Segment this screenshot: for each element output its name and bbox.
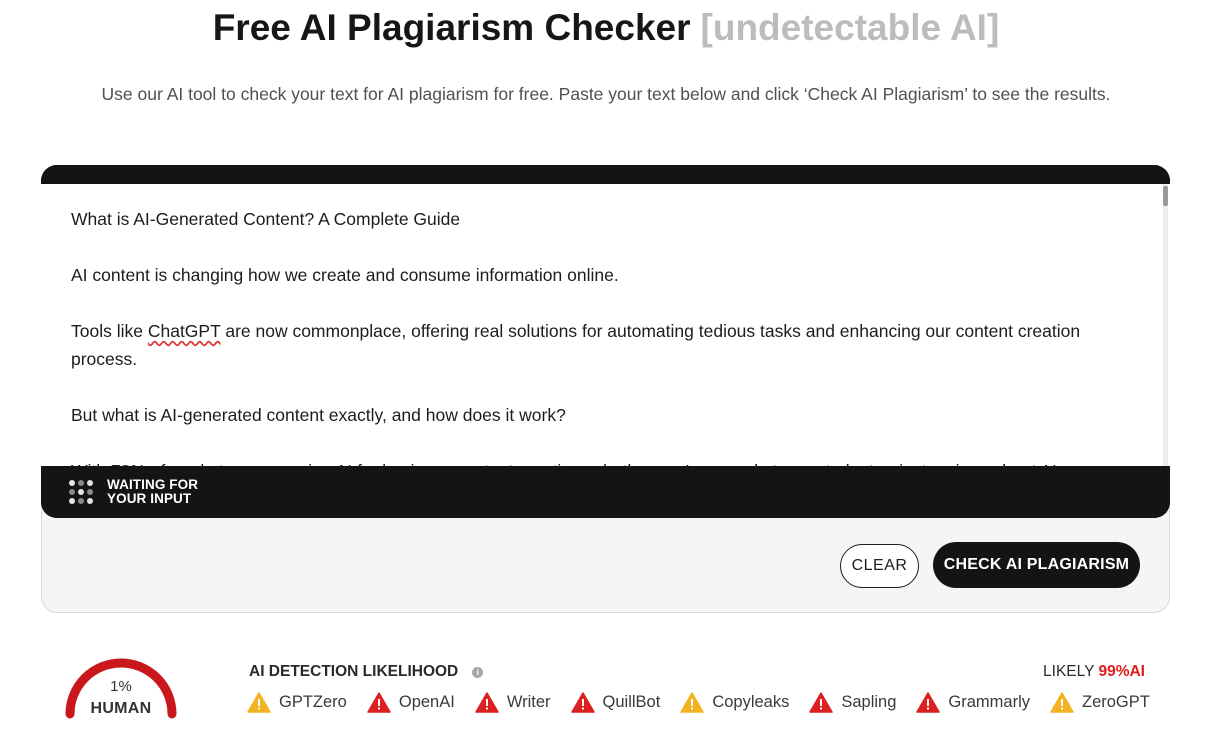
text-input-area[interactable]: What is AI-Generated Content? A Complete… — [41, 184, 1170, 466]
check-ai-plagiarism-button[interactable]: CHECK AI PLAGIARISM — [933, 542, 1140, 588]
human-score-gauge: 1% HUMAN — [62, 658, 180, 733]
alert-icon — [570, 692, 595, 713]
spellcheck-word[interactable]: ChatGPT — [148, 321, 221, 341]
detector-name: Grammarly — [948, 693, 1030, 711]
text-segment: Tools like — [71, 321, 148, 341]
page-title: Free AI Plagiarism Checker [undetectable … — [0, 6, 1212, 50]
detector-list: GPTZero OpenAI Writer QuillBot Copyleaks… — [247, 692, 1150, 713]
likely-value: 99%AI — [1098, 663, 1145, 680]
status-bar: WAITING FOR YOUR INPUT — [41, 466, 1170, 518]
detector-name: GPTZero — [279, 693, 347, 711]
detector-zerogpt: ZeroGPT — [1050, 692, 1150, 713]
editor-scrollbar[interactable] — [1163, 184, 1168, 466]
page: Free AI Plagiarism Checker [undetectable … — [0, 0, 1212, 733]
editor-paragraph: AI content is changing how we create and… — [71, 265, 619, 285]
editor-paragraph: Tools like ChatGPT are now commonplace, … — [71, 317, 1130, 373]
title-accent: [undetectable AI] — [700, 7, 1000, 48]
warning-icon — [680, 692, 705, 713]
detector-openai: OpenAI — [367, 692, 455, 713]
info-icon[interactable]: i — [472, 666, 484, 678]
editor-paragraph: What is AI-Generated Content? A Complete… — [71, 209, 461, 229]
alert-icon — [367, 692, 391, 713]
human-label: HUMAN — [90, 700, 152, 717]
editor-paragraph: With 78% of marketers now using AI for b… — [71, 457, 1130, 466]
detector-grammarly: Grammarly — [916, 692, 1030, 713]
warning-icon — [1050, 692, 1074, 713]
detector-name: Writer — [506, 693, 551, 711]
detector-sapling: Sapling — [809, 692, 896, 713]
text-segment: are now commonplace, offering real solut… — [71, 321, 1081, 369]
detector-quillbot: QuillBot — [570, 692, 661, 713]
status-line-2: YOUR INPUT — [107, 491, 192, 506]
detector-copyleaks: Copyleaks — [680, 692, 789, 713]
detector-name: ZeroGPT — [1082, 693, 1150, 711]
detector-gptzero: GPTZero — [247, 692, 347, 713]
likelihood-summary: LIKELY 99%AI — [1043, 663, 1145, 681]
clear-button[interactable]: CLEAR — [840, 544, 919, 588]
detection-heading: AI DETECTION LIKELIHOOD i — [249, 663, 484, 681]
editor-top-bar — [41, 165, 1170, 184]
alert-icon — [475, 692, 499, 713]
gauge-arc-icon — [65, 658, 177, 719]
detection-heading-text: AI DETECTION LIKELIHOOD — [249, 663, 459, 680]
detector-name: OpenAI — [398, 693, 455, 711]
editor-panel: What is AI-Generated Content? A Complete… — [41, 165, 1170, 518]
detector-writer: Writer — [475, 692, 551, 713]
detector-name: QuillBot — [602, 693, 661, 711]
status-text: WAITING FOR YOUR INPUT — [107, 478, 227, 506]
editor-paragraph: But what is AI-generated content exactly… — [71, 405, 566, 425]
alert-icon — [916, 692, 941, 713]
detector-name: Sapling — [841, 693, 897, 711]
editor-content[interactable]: What is AI-Generated Content? A Complete… — [41, 184, 1170, 466]
detector-name: Copyleaks — [712, 693, 790, 711]
loading-dots-icon — [69, 480, 93, 504]
alert-icon — [809, 692, 834, 713]
scrollbar-thumb[interactable] — [1163, 186, 1168, 206]
title-main: Free AI Plagiarism Checker — [212, 7, 691, 48]
likely-prefix: LIKELY — [1043, 663, 1099, 680]
human-percent: 1% — [110, 678, 132, 695]
page-subtitle: Use our AI tool to check your text for A… — [101, 84, 1111, 104]
warning-icon — [247, 692, 271, 713]
status-line-1: WAITING FOR — [107, 477, 199, 492]
